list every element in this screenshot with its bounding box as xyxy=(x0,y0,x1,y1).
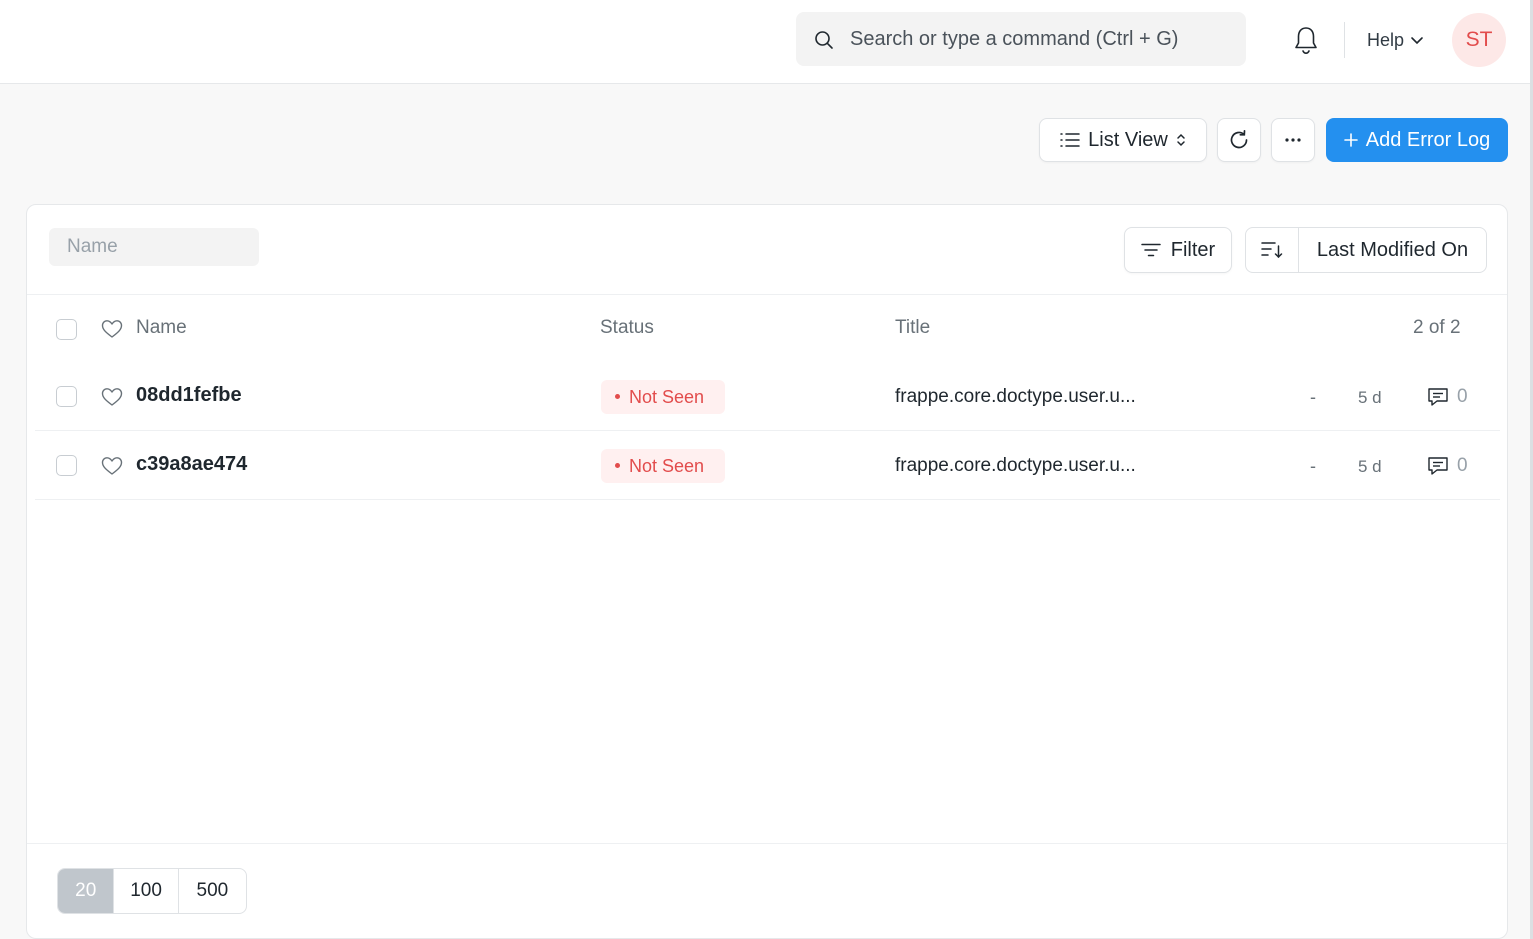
list-view-label: List View xyxy=(1088,128,1168,151)
heart-icon[interactable] xyxy=(101,319,123,339)
search-icon xyxy=(815,31,833,49)
heart-icon[interactable] xyxy=(101,387,123,407)
record-count: 2 of 2 xyxy=(1413,317,1461,338)
page-size-500-button[interactable]: 500 xyxy=(179,869,246,913)
row-modified-time: 5 d xyxy=(1358,388,1382,407)
divider xyxy=(27,294,1507,295)
row-title[interactable]: frappe.core.doctype.user.u... xyxy=(895,455,1136,477)
navbar-divider xyxy=(1344,22,1345,58)
row-modified-time: 5 d xyxy=(1358,457,1382,476)
navbar: Search or type a command (Ctrl + G) Help… xyxy=(0,0,1530,84)
page-size-selector: 20 100 500 xyxy=(57,868,247,914)
row-name-link[interactable]: c39a8ae474 xyxy=(136,453,247,476)
row-divider xyxy=(35,430,1500,431)
search-placeholder: Search or type a command (Ctrl + G) xyxy=(850,28,1179,50)
sort-descending-icon xyxy=(1261,242,1283,259)
row-placeholder: - xyxy=(1310,456,1316,476)
comment-count[interactable]: 0 xyxy=(1427,386,1468,408)
sort-order-button[interactable] xyxy=(1246,228,1299,272)
filter-button[interactable]: Filter xyxy=(1124,227,1232,273)
status-dot xyxy=(615,462,620,468)
filter-label: Filter xyxy=(1170,238,1216,261)
row-divider xyxy=(35,499,1500,500)
list-view-button[interactable]: List View xyxy=(1039,118,1207,162)
list-card: Filter Last Modified On Name Status Titl… xyxy=(26,204,1508,939)
sort-field-button[interactable]: Last Modified On xyxy=(1299,228,1486,272)
avatar[interactable]: ST xyxy=(1452,13,1506,67)
search-bar[interactable]: Search or type a command (Ctrl + G) xyxy=(796,12,1246,66)
name-filter-input[interactable] xyxy=(49,228,259,266)
row-checkbox[interactable] xyxy=(56,455,77,476)
page-size-20-button[interactable]: 20 xyxy=(58,869,115,913)
bell-icon[interactable] xyxy=(1292,24,1320,56)
help-dropdown[interactable]: Help xyxy=(1367,26,1424,54)
status-text: Not Seen xyxy=(629,387,705,407)
row-name-link[interactable]: 08dd1fefbe xyxy=(136,384,242,407)
row-checkbox[interactable] xyxy=(56,386,77,407)
select-all-checkbox[interactable] xyxy=(56,319,77,340)
column-header-title[interactable]: Title xyxy=(895,317,930,339)
more-horizontal-icon xyxy=(1285,138,1301,142)
refresh-button[interactable] xyxy=(1217,118,1261,162)
column-header-status[interactable]: Status xyxy=(600,317,654,339)
row-title[interactable]: frappe.core.doctype.user.u... xyxy=(895,386,1136,408)
more-button[interactable] xyxy=(1271,118,1315,162)
sort-selector: Last Modified On xyxy=(1245,227,1487,273)
column-header-name[interactable]: Name xyxy=(136,317,187,339)
status-text: Not Seen xyxy=(629,456,705,476)
status-badge[interactable]: Not Seen xyxy=(601,449,725,483)
filter-icon xyxy=(1141,243,1161,257)
add-error-log-label: Add Error Log xyxy=(1365,128,1491,151)
chevron-down-icon xyxy=(1411,37,1423,45)
heart-icon[interactable] xyxy=(101,456,123,476)
help-label: Help xyxy=(1367,30,1405,50)
status-badge[interactable]: Not Seen xyxy=(601,380,725,414)
plus-icon xyxy=(1343,133,1358,147)
comment-icon xyxy=(1428,388,1448,406)
status-dot xyxy=(615,393,620,399)
up-down-chevron-icon xyxy=(1177,133,1185,147)
comment-count-value: 0 xyxy=(1457,455,1468,476)
add-error-log-button[interactable]: Add Error Log xyxy=(1326,118,1508,162)
comment-count-value: 0 xyxy=(1457,386,1468,407)
comment-icon xyxy=(1428,457,1448,475)
page-size-100-button[interactable]: 100 xyxy=(114,869,179,913)
footer-divider xyxy=(27,843,1507,844)
list-icon xyxy=(1060,133,1080,147)
row-placeholder: - xyxy=(1310,387,1316,407)
comment-count[interactable]: 0 xyxy=(1427,455,1468,477)
refresh-icon xyxy=(1230,129,1248,149)
